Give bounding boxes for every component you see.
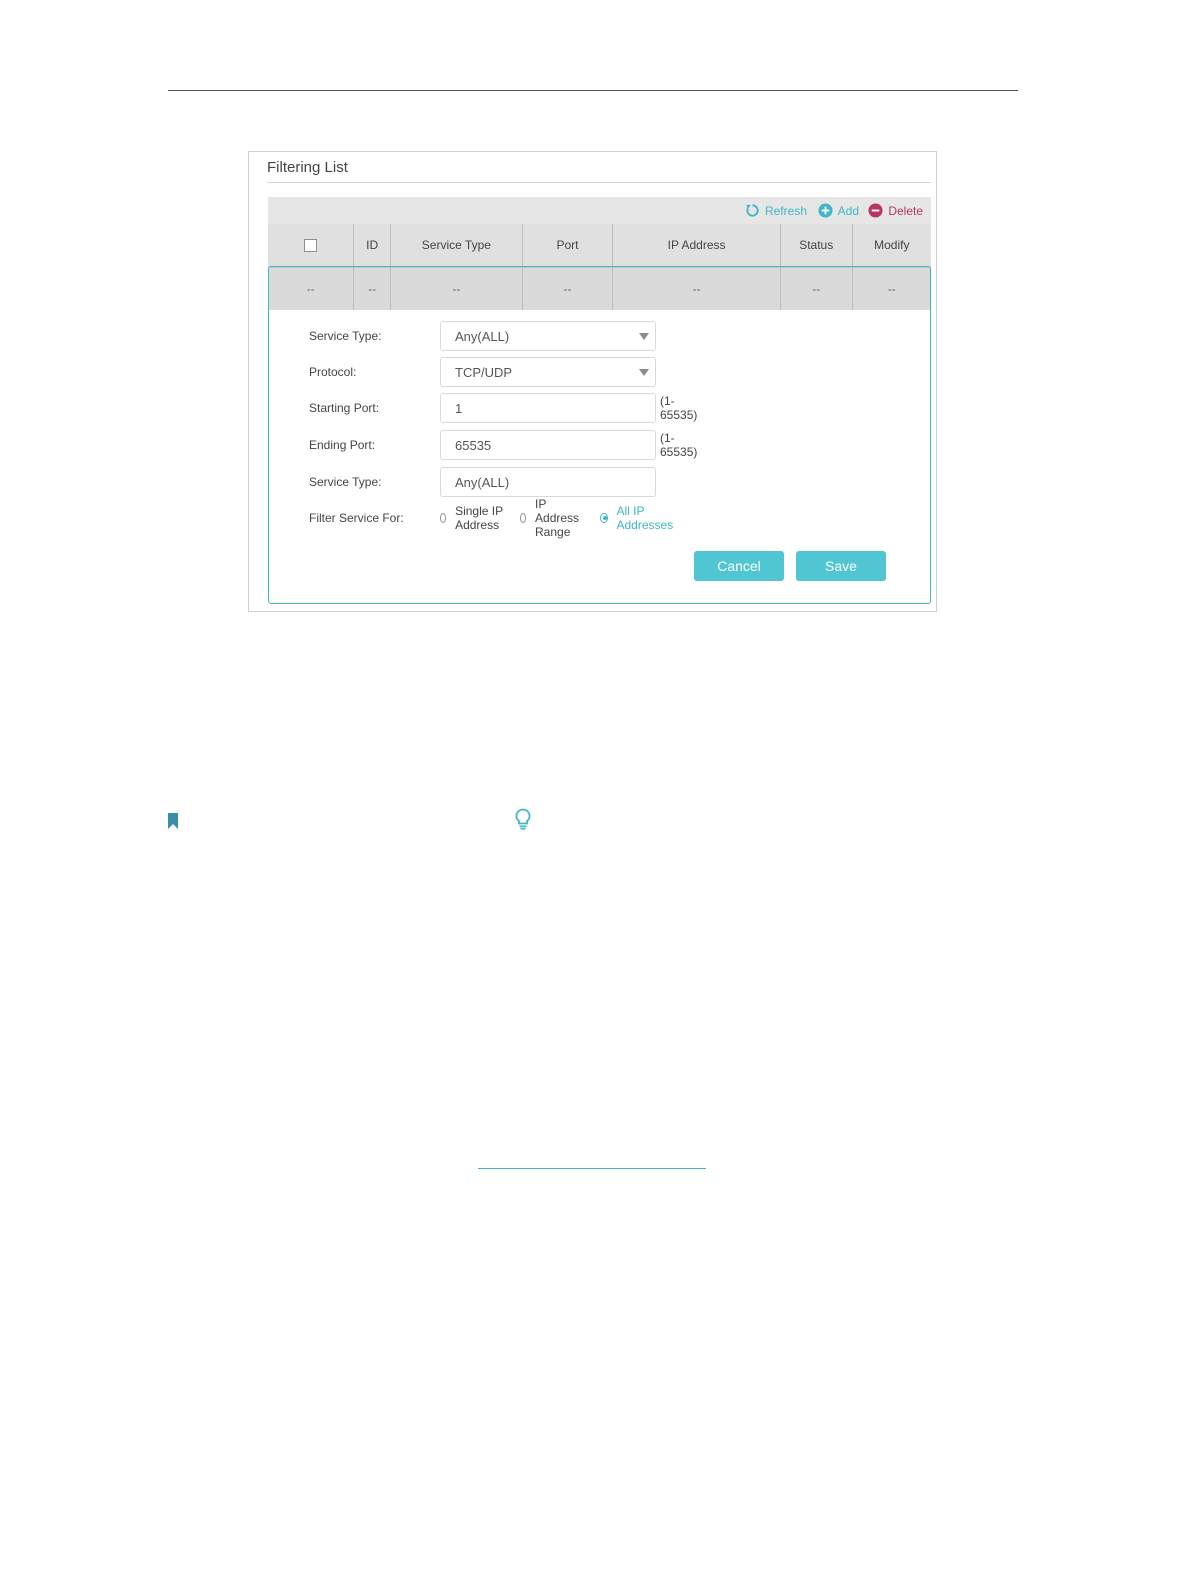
table-cell: -- [353,267,392,310]
table-cell: -- [887,281,896,296]
filtering-table: ID Service Type Port IP Address Status M… [268,224,931,310]
radio-ip-range[interactable]: IP Address Range [520,497,583,539]
column-header: IP Address [612,224,781,267]
table-cell: -- [522,267,614,310]
table-toolbar: Refresh Add Delete [268,197,931,224]
table-row: -- -- -- -- -- -- -- [268,267,931,310]
ending-port-label: Ending Port: [309,438,376,452]
starting-port-value: 1 [455,400,463,416]
delete-icon [868,203,883,218]
filtering-list-panel: Filtering List Refresh Add Delete ID Ser… [248,151,937,612]
edit-form-frame: Service Type: Any(ALL) Protocol: TCP/UDP… [268,266,931,604]
radio-all-ip[interactable]: All IP Addresses [600,504,676,532]
radio-label: IP Address Range [535,497,580,539]
filter-service-for-radios: Single IP Address IP Address Range All I… [440,497,693,539]
table-cell: -- [780,267,853,310]
starting-port-input[interactable]: 1 [440,393,656,423]
add-label: Add [837,203,859,218]
protocol-select[interactable]: TCP/UDP [440,357,656,387]
table-cell: -- [268,267,355,310]
chevron-down-icon [639,369,649,376]
radio-button[interactable] [440,513,447,523]
refresh-icon [745,203,760,218]
delete-label: Delete [888,203,923,218]
service-type-2-input[interactable]: Any(ALL) [440,467,656,497]
cancel-button[interactable]: Cancel [694,551,784,581]
ending-port-value: 65535 [455,437,492,453]
delete-button[interactable]: Delete [868,197,923,224]
link-underline [478,1168,706,1169]
add-button[interactable]: Add [818,197,859,224]
column-header: ID [353,224,392,267]
column-header: Status [780,224,853,267]
column-header: Service Type [390,224,523,267]
header-rule [168,90,1018,91]
radio-button-selected[interactable] [600,513,608,523]
ending-port-hint: (1-65535) [660,431,698,459]
select-all-cell [268,224,355,267]
service-type-value: Any(ALL) [455,328,510,344]
radio-single-ip[interactable]: Single IP Address [440,504,503,532]
table-cell: -- [390,267,523,310]
select-all-checkbox[interactable] [304,239,318,253]
refresh-button[interactable]: Refresh [745,197,807,224]
service-type-label: Service Type: [309,329,382,343]
table-cell: -- [612,267,781,310]
service-type-2-label: Service Type: [309,475,382,489]
table-header-row: ID Service Type Port IP Address Status M… [268,224,931,267]
title-divider [267,182,931,183]
protocol-value: TCP/UDP [455,364,513,380]
ending-port-input[interactable]: 65535 [440,430,656,460]
radio-button[interactable] [520,513,527,523]
bookmark-icon [168,813,178,834]
radio-label: All IP Addresses [616,504,674,532]
panel-title: Filtering List [267,159,348,176]
save-button[interactable]: Save [796,551,886,581]
starting-port-hint: (1-65535) [660,394,698,422]
protocol-label: Protocol: [309,365,357,379]
add-icon [818,203,833,218]
service-type-select[interactable]: Any(ALL) [440,321,656,351]
refresh-label: Refresh [764,203,807,218]
starting-port-label: Starting Port: [309,401,380,415]
column-header: Port [522,224,614,267]
chevron-down-icon [639,333,649,340]
column-header: Modify [874,238,910,253]
edit-form: Service Type: Any(ALL) Protocol: TCP/UDP… [269,311,930,603]
filter-service-for-label: Filter Service For: [309,511,404,525]
service-type-2-value: Any(ALL) [455,474,510,490]
lightbulb-icon [514,808,532,835]
radio-label: Single IP Address [455,504,503,532]
